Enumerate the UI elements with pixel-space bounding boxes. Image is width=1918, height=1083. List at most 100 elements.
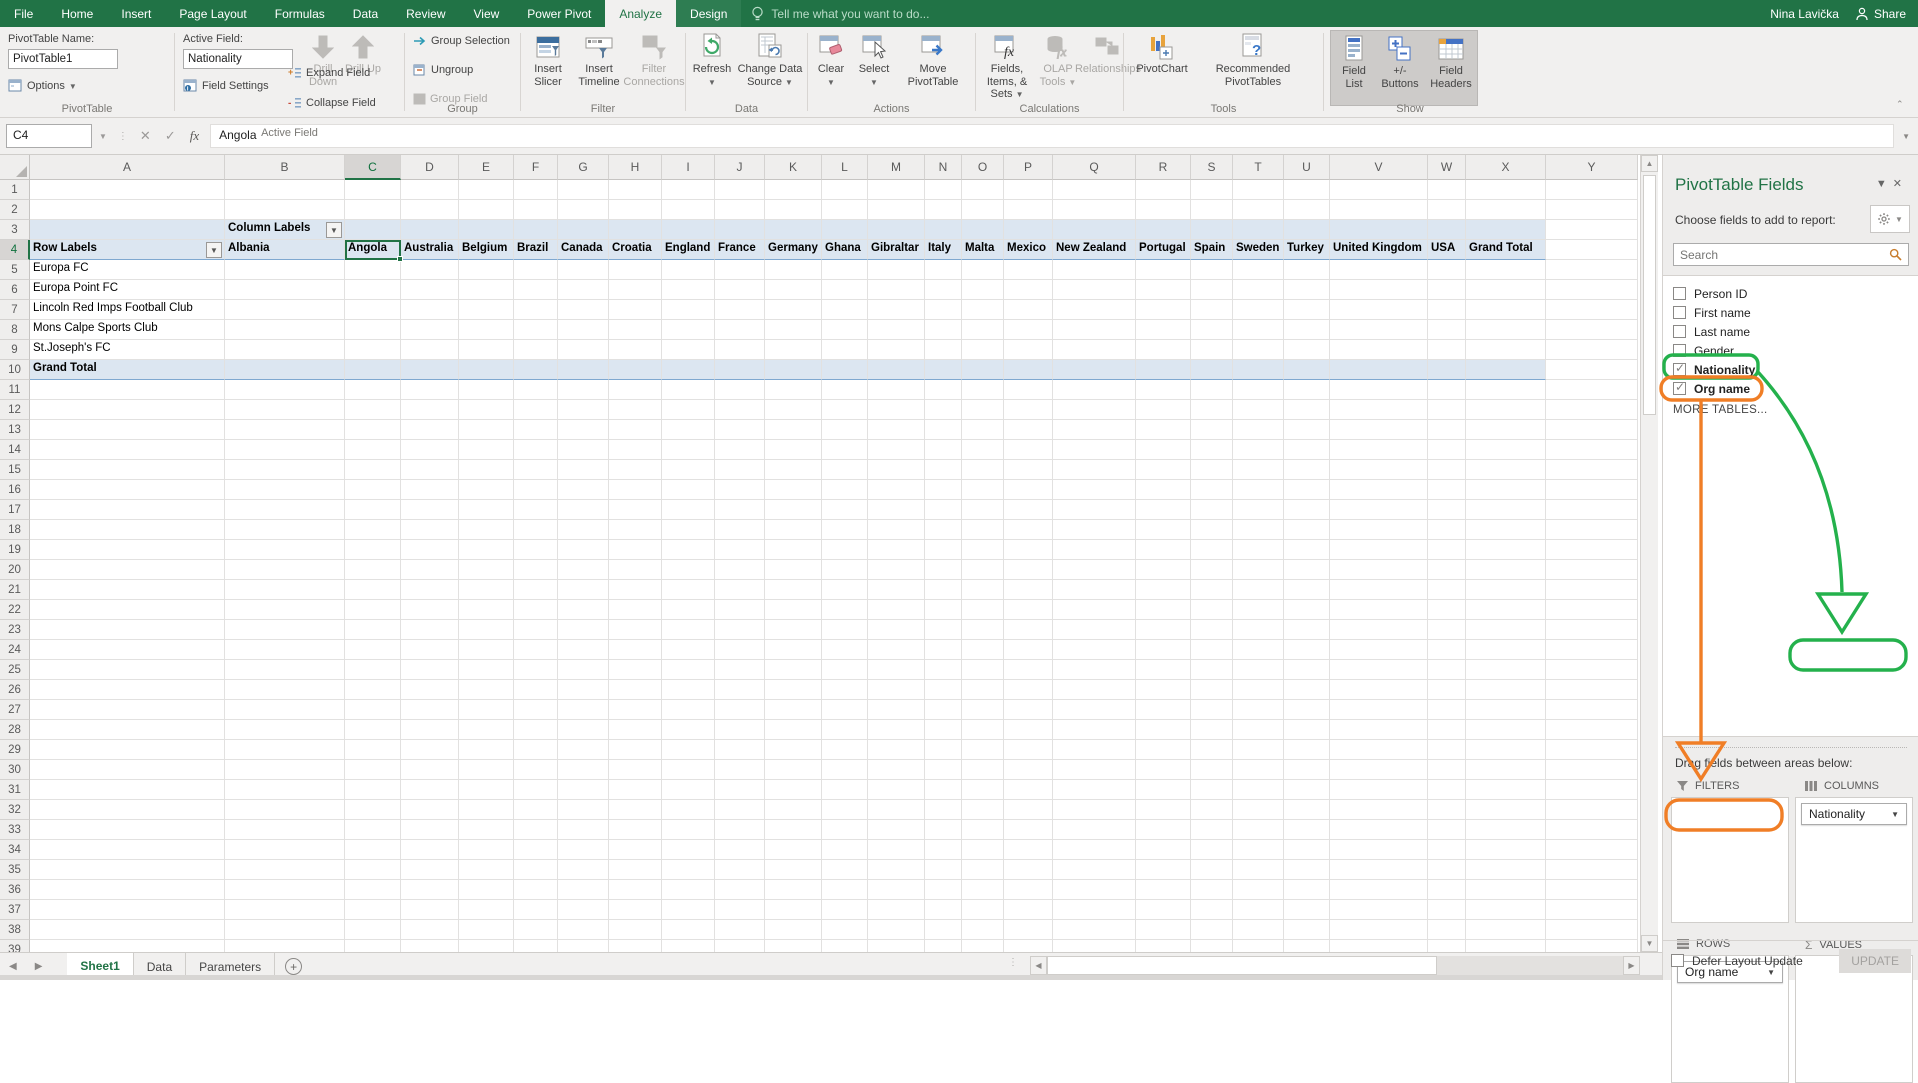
cell-O9[interactable] [962,340,1004,360]
scroll-left-icon[interactable]: ◀ [1030,956,1047,975]
cell-S10[interactable] [1191,360,1233,380]
cell-J34[interactable] [715,840,765,860]
cell-M15[interactable] [868,460,925,480]
cell-Y37[interactable] [1546,900,1638,920]
cell-Y27[interactable] [1546,700,1638,720]
collapse-ribbon-icon[interactable]: ⌃ [1896,99,1904,110]
column-header-O[interactable]: O [962,155,1004,180]
tab-page-layout[interactable]: Page Layout [165,0,260,27]
move-pivottable-button[interactable]: Move PivotTable [900,31,966,88]
cell-R38[interactable] [1136,920,1191,940]
row-header-24[interactable]: 24 [0,640,30,660]
cell-V24[interactable] [1330,640,1428,660]
fields-items-sets-button[interactable]: fx Fields, Items, & Sets ▼ [976,31,1038,101]
cell-Q33[interactable] [1053,820,1136,840]
cell-C9[interactable] [345,340,401,360]
cell-B2[interactable] [225,200,345,220]
cell-A12[interactable] [30,400,225,420]
cell-P28[interactable] [1004,720,1053,740]
cell-P16[interactable] [1004,480,1053,500]
cell-A35[interactable] [30,860,225,880]
cell-O8[interactable] [962,320,1004,340]
cell-S31[interactable] [1191,780,1233,800]
cell-H11[interactable] [609,380,662,400]
cell-Y22[interactable] [1546,600,1638,620]
formula-bar-expand-icon[interactable]: ▼ [1902,132,1918,141]
cell-M39[interactable] [868,940,925,952]
cell-D34[interactable] [401,840,459,860]
cell-U3[interactable] [1284,220,1330,240]
cell-G1[interactable] [558,180,609,200]
cell-R23[interactable] [1136,620,1191,640]
change-data-source-button[interactable]: Change Data Source ▼ [736,31,804,88]
cell-Y9[interactable] [1546,340,1638,360]
cell-T22[interactable] [1233,600,1284,620]
cell-D37[interactable] [401,900,459,920]
cell-W6[interactable] [1428,280,1466,300]
cell-P21[interactable] [1004,580,1053,600]
cell-C13[interactable] [345,420,401,440]
cell-I10[interactable] [662,360,715,380]
cell-W3[interactable] [1428,220,1466,240]
cell-T38[interactable] [1233,920,1284,940]
cell-Q35[interactable] [1053,860,1136,880]
field-settings-button[interactable]: i Field Settings [183,79,269,93]
cell-W7[interactable] [1428,300,1466,320]
cell-E15[interactable] [459,460,514,480]
cell-S26[interactable] [1191,680,1233,700]
cell-U9[interactable] [1284,340,1330,360]
cell-J23[interactable] [715,620,765,640]
cell-V15[interactable] [1330,460,1428,480]
cell-Q9[interactable] [1053,340,1136,360]
cell-K36[interactable] [765,880,822,900]
scroll-down-icon[interactable]: ▼ [1641,935,1658,952]
cell-H1[interactable] [609,180,662,200]
cell-A26[interactable] [30,680,225,700]
cell-J39[interactable] [715,940,765,952]
cell-J5[interactable] [715,260,765,280]
cell-C15[interactable] [345,460,401,480]
cell-S27[interactable] [1191,700,1233,720]
cell-T23[interactable] [1233,620,1284,640]
cell-T21[interactable] [1233,580,1284,600]
cell-Y14[interactable] [1546,440,1638,460]
cell-G7[interactable] [558,300,609,320]
cell-U29[interactable] [1284,740,1330,760]
cell-M14[interactable] [868,440,925,460]
cell-G36[interactable] [558,880,609,900]
cell-S6[interactable] [1191,280,1233,300]
search-input[interactable]: Search [1673,243,1909,266]
cell-G25[interactable] [558,660,609,680]
cell-H2[interactable] [609,200,662,220]
cell-E28[interactable] [459,720,514,740]
cell-S19[interactable] [1191,540,1233,560]
cell-B33[interactable] [225,820,345,840]
cell-X32[interactable] [1466,800,1546,820]
cell-T24[interactable] [1233,640,1284,660]
cell-S39[interactable] [1191,940,1233,952]
row-header-20[interactable]: 20 [0,560,30,580]
cell-C6[interactable] [345,280,401,300]
expand-field-button[interactable]: + Expand Field [288,67,370,79]
cell-N29[interactable] [925,740,962,760]
cell-X10[interactable] [1466,360,1546,380]
cell-I4[interactable]: England [662,240,715,260]
cell-V10[interactable] [1330,360,1428,380]
cell-S22[interactable] [1191,600,1233,620]
cell-P7[interactable] [1004,300,1053,320]
cell-A15[interactable] [30,460,225,480]
cell-E2[interactable] [459,200,514,220]
cell-I36[interactable] [662,880,715,900]
cell-P23[interactable] [1004,620,1053,640]
cell-A22[interactable] [30,600,225,620]
cell-J3[interactable] [715,220,765,240]
cell-W27[interactable] [1428,700,1466,720]
cell-R37[interactable] [1136,900,1191,920]
cell-J10[interactable] [715,360,765,380]
cell-J38[interactable] [715,920,765,940]
cell-R22[interactable] [1136,600,1191,620]
cell-O15[interactable] [962,460,1004,480]
cell-O22[interactable] [962,600,1004,620]
cell-E21[interactable] [459,580,514,600]
cell-R24[interactable] [1136,640,1191,660]
